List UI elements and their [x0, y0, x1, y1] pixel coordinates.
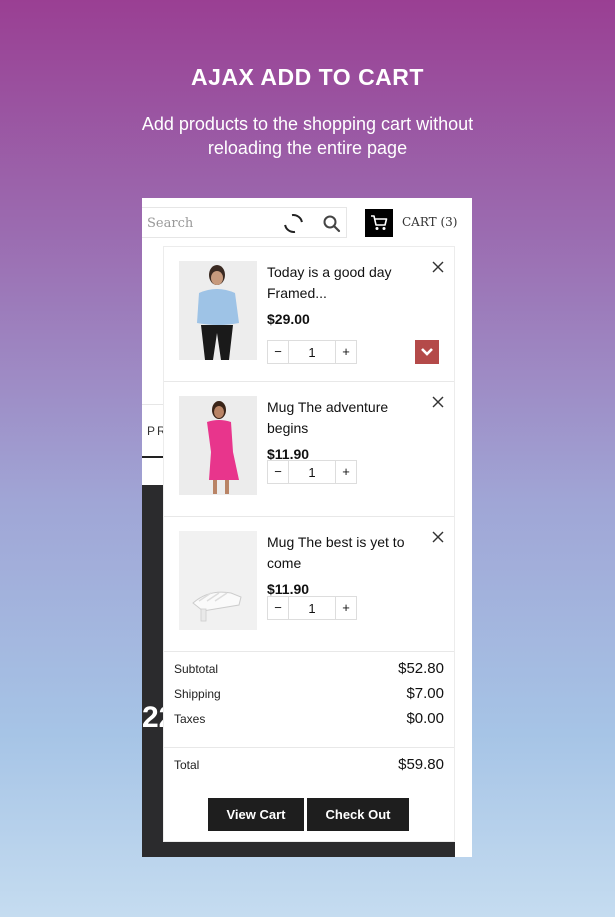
subtotal-label: Subtotal — [174, 662, 219, 676]
shipping-value: $7.00 — [406, 685, 444, 702]
subtotal-value: $52.80 — [398, 660, 444, 677]
cart-item: Mug The adventure begins $11.90 − + — [164, 382, 454, 517]
cart-icon — [371, 215, 388, 230]
shipping-label: Shipping — [174, 687, 221, 701]
close-icon — [432, 261, 444, 273]
search-bar — [142, 207, 347, 238]
total-row: Total $59.80 — [174, 756, 444, 776]
taxes-label: Taxes — [174, 712, 206, 726]
quantity-input[interactable] — [288, 461, 336, 483]
search-icon — [323, 215, 341, 233]
store-preview: PR 22 CART (3) — [142, 198, 472, 857]
cart-item: Today is a good day Framed... $29.00 − + — [164, 247, 454, 382]
nav-underline — [142, 456, 164, 458]
cart-dropdown: Today is a good day Framed... $29.00 − + — [163, 246, 455, 842]
product-thumbnail[interactable] — [179, 531, 257, 630]
cart-button[interactable] — [365, 209, 393, 237]
search-button[interactable] — [322, 214, 342, 234]
cart-count-label[interactable]: CART (3) — [402, 215, 458, 229]
remove-item-button[interactable] — [431, 530, 445, 544]
remove-item-button[interactable] — [431, 395, 445, 409]
product-price: $11.90 — [267, 581, 310, 597]
hero-subtitle: Add products to the shopping cart withou… — [141, 114, 474, 158]
nav-divider — [142, 404, 164, 405]
decrease-qty-button[interactable]: − — [268, 597, 288, 619]
increase-qty-button[interactable]: + — [336, 461, 356, 483]
expand-button[interactable] — [415, 340, 439, 364]
decrease-qty-button[interactable]: − — [268, 461, 288, 483]
remove-item-button[interactable] — [431, 260, 445, 274]
close-icon — [432, 531, 444, 543]
product-thumbnail[interactable] — [179, 261, 257, 360]
quantity-stepper: − + — [267, 340, 357, 364]
quantity-stepper: − + — [267, 596, 357, 620]
decrease-qty-button[interactable]: − — [268, 341, 288, 363]
product-price: $11.90 — [267, 446, 310, 460]
quantity-stepper: − + — [267, 460, 357, 484]
product-thumbnail[interactable] — [179, 396, 257, 495]
total-label: Total — [174, 758, 200, 772]
search-input[interactable] — [147, 214, 277, 232]
totals-divider — [164, 747, 454, 748]
taxes-value: $0.00 — [406, 710, 444, 727]
subtotal-row: Subtotal $52.80 — [174, 660, 444, 680]
checkout-button[interactable]: Check Out — [307, 798, 409, 831]
increase-qty-button[interactable]: + — [336, 341, 356, 363]
cart-item: Mug The best is yet to come $11.90 − + — [164, 517, 454, 652]
product-price: $29.00 — [267, 311, 310, 327]
quantity-input[interactable] — [288, 341, 336, 363]
product-name[interactable]: Mug The best is yet to come — [267, 532, 417, 574]
product-name[interactable]: Mug The adventure begins — [267, 397, 417, 439]
quantity-input[interactable] — [288, 597, 336, 619]
loading-spinner-icon — [280, 210, 307, 237]
taxes-row: Taxes $0.00 — [174, 710, 444, 730]
view-cart-button[interactable]: View Cart — [208, 798, 304, 831]
hero-title: AJAX ADD TO CART — [191, 64, 424, 90]
shipping-row: Shipping $7.00 — [174, 685, 444, 705]
close-icon — [432, 396, 444, 408]
chevron-down-icon — [421, 348, 433, 356]
increase-qty-button[interactable]: + — [336, 597, 356, 619]
product-name[interactable]: Today is a good day Framed... — [267, 262, 417, 304]
total-value: $59.80 — [398, 756, 444, 773]
